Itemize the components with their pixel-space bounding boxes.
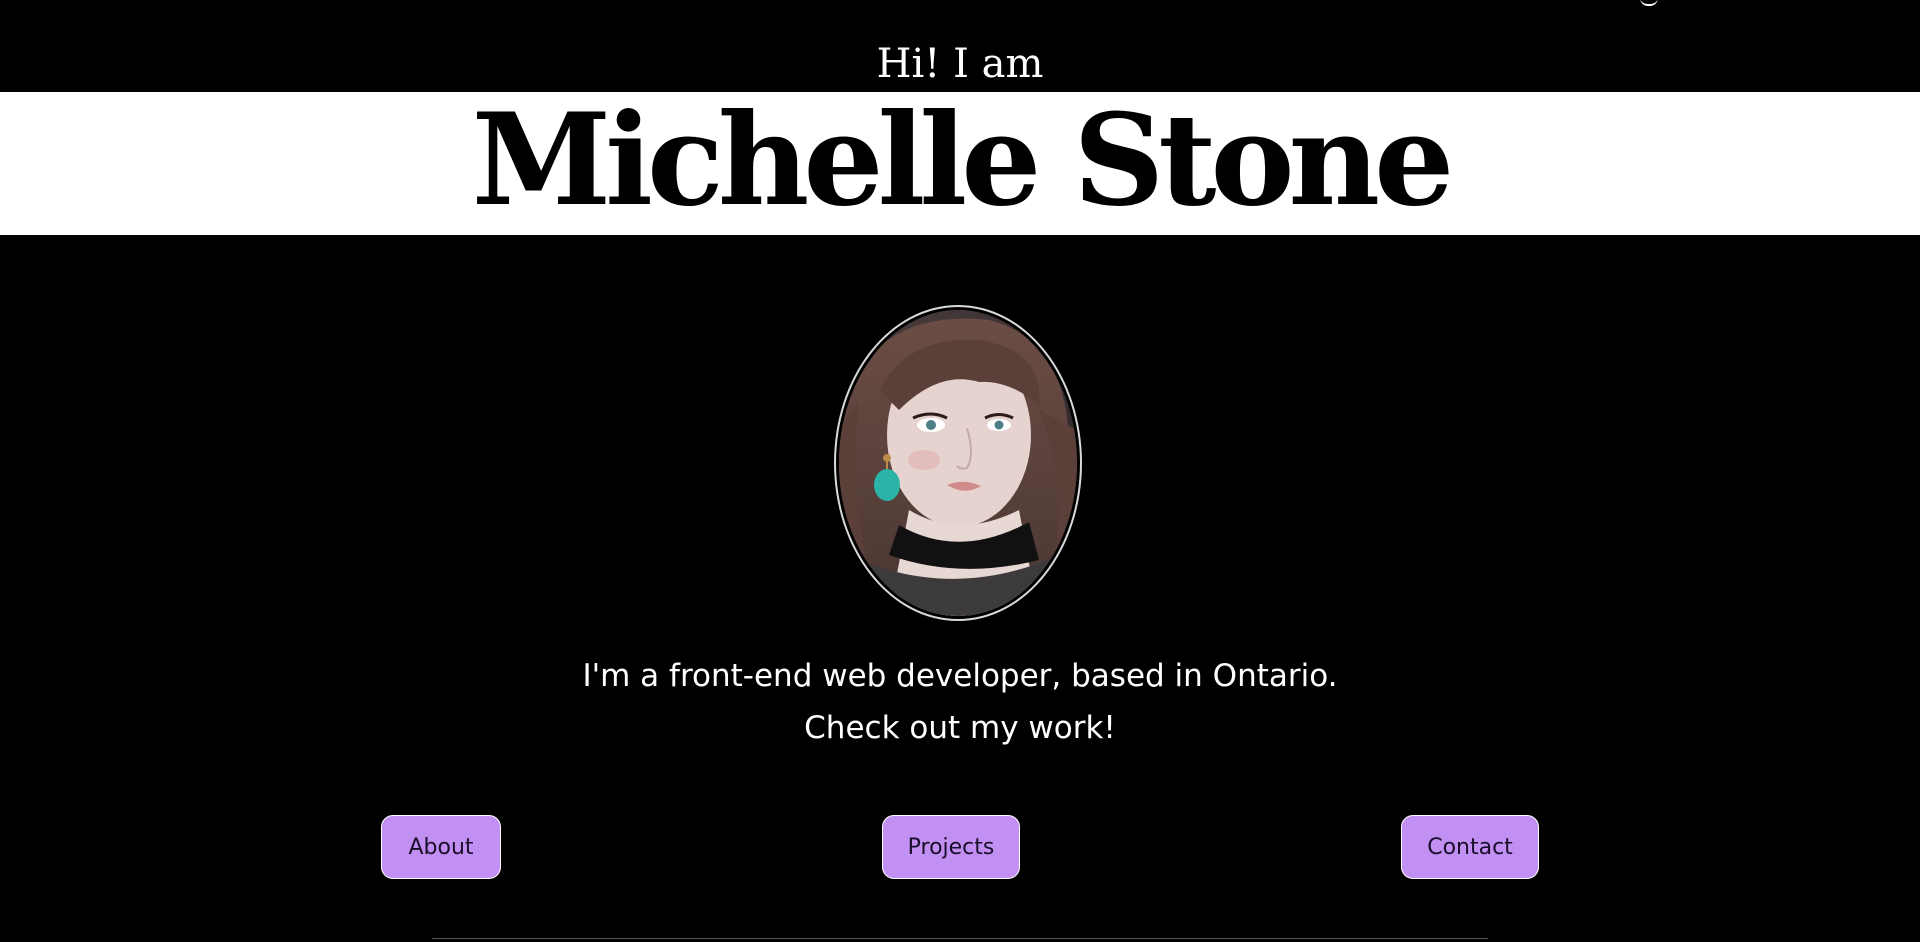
name-banner: Michelle Stone: [0, 86, 1920, 235]
projects-button[interactable]: Projects: [882, 815, 1020, 879]
hero-name: Michelle Stone: [471, 86, 1455, 234]
header-logo-cut-off[interactable]: [148, 0, 154, 8]
intro-text-line-1: I'm a front-end web developer, based in …: [582, 658, 1338, 694]
contact-button[interactable]: Contact: [1401, 815, 1539, 879]
portrait-photo: [839, 310, 1077, 616]
portrait-frame: [834, 305, 1082, 621]
intro-text-line-2: Check out my work!: [804, 710, 1116, 746]
menu-icon-cut-off[interactable]: [1640, 0, 1658, 6]
section-divider: [432, 938, 1488, 939]
hero-greeting: Hi! I am: [876, 41, 1044, 87]
about-button[interactable]: About: [381, 815, 501, 879]
